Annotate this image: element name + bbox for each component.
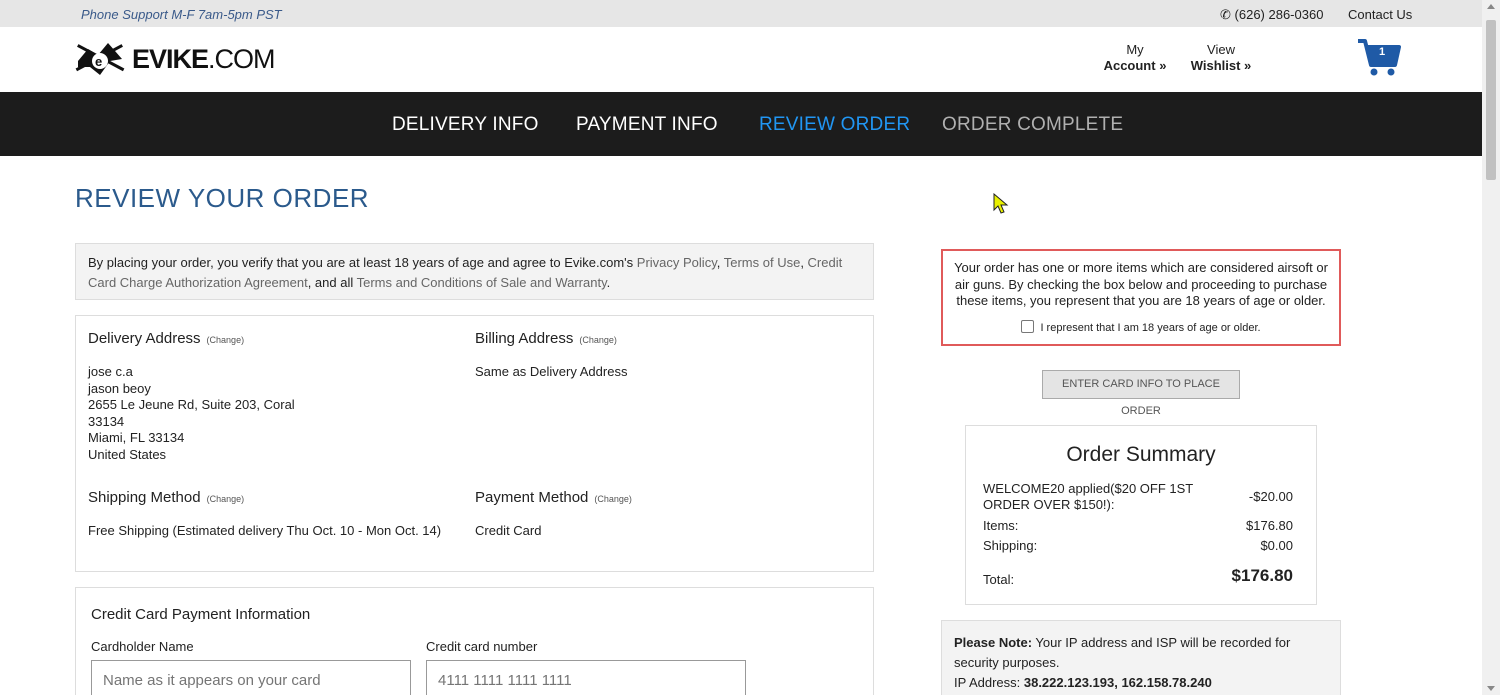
total-value: $176.80 bbox=[1231, 566, 1293, 585]
shipping-value: $0.00 bbox=[1260, 538, 1293, 553]
place-order-button[interactable]: ENTER CARD INFO TO PLACE ORDER bbox=[1042, 370, 1240, 417]
view-wishlist-link[interactable]: View Wishlist » bbox=[1190, 42, 1252, 74]
age-confirm-label[interactable]: I represent that I am 18 years of age or… bbox=[1040, 322, 1260, 334]
svg-text:e: e bbox=[95, 54, 102, 69]
address-line: 33134 bbox=[88, 413, 125, 429]
coupon-label: WELCOME20 applied($20 OFF 1ST ORDER OVER… bbox=[983, 481, 1194, 512]
wishlist-line-2: Wishlist » bbox=[1190, 58, 1252, 73]
address-line: United States bbox=[88, 446, 167, 462]
payment-method-title: Payment Method bbox=[475, 489, 589, 506]
address-line: jason beoy bbox=[88, 380, 151, 396]
scroll-up-icon[interactable] bbox=[1487, 4, 1495, 9]
page: Phone Support M-F 7am-5pm PST ✆ (626) 28… bbox=[0, 0, 1500, 695]
step-delivery-info[interactable]: DELIVERY INFO bbox=[392, 114, 539, 136]
step-review-order: REVIEW ORDER bbox=[759, 114, 911, 135]
cardholder-name-label: Cardholder Name bbox=[91, 639, 194, 654]
payment-method: Credit Card bbox=[475, 523, 542, 538]
step-order-complete: ORDER COMPLETE bbox=[942, 114, 1124, 135]
contact-us-link[interactable]: Contact Us bbox=[1348, 7, 1412, 22]
shipping-method-title: Shipping Method bbox=[88, 489, 201, 506]
cart-button[interactable]: 1 bbox=[1357, 37, 1401, 77]
change-shipping-link[interactable]: (Change) bbox=[207, 494, 245, 504]
logo-brand-text: EVIKE bbox=[132, 43, 209, 74]
site-header: e EVIKE.COM My Account » View Wishlist »… bbox=[0, 27, 1482, 92]
privacy-policy-link[interactable]: Privacy Policy bbox=[637, 255, 717, 270]
shipping-label: Shipping: bbox=[983, 538, 1038, 553]
shipping-method-heading: Shipping Method (Change) bbox=[88, 489, 244, 506]
change-payment-link[interactable]: (Change) bbox=[594, 494, 632, 504]
items-value: $176.80 bbox=[1246, 518, 1293, 533]
change-delivery-link[interactable]: (Change) bbox=[207, 335, 245, 345]
credit-card-form: Credit Card Payment Information Cardhold… bbox=[75, 587, 874, 695]
total-row: Total: $176.80 bbox=[983, 566, 1293, 587]
ip-label: IP Address: bbox=[954, 675, 1024, 690]
payment-method-heading: Payment Method (Change) bbox=[475, 489, 632, 506]
card-number-label: Credit card number bbox=[426, 639, 538, 654]
phone-link[interactable]: ✆ (626) 286-0360 bbox=[1220, 7, 1323, 23]
note-label: Please Note: bbox=[954, 635, 1033, 650]
age-confirm-checkbox[interactable] bbox=[1021, 320, 1035, 333]
age-agreement-notice: By placing your order, you verify that y… bbox=[75, 243, 874, 300]
order-summary: Order Summary WELCOME20 applied($20 OFF … bbox=[965, 425, 1317, 605]
delivery-address-heading: Delivery Address (Change) bbox=[88, 330, 244, 347]
order-summary-title: Order Summary bbox=[1066, 443, 1216, 466]
logo-suffix-text: .COM bbox=[208, 43, 275, 74]
shipping-row: Shipping: $0.00 bbox=[983, 538, 1293, 553]
agreement-separator: , bbox=[800, 255, 808, 270]
account-line-2: Account » bbox=[1103, 58, 1167, 73]
phone-number: (626) 286-0360 bbox=[1234, 7, 1324, 22]
top-bar: Phone Support M-F 7am-5pm PST ✆ (626) 28… bbox=[0, 0, 1482, 27]
evike-logo[interactable]: e EVIKE.COM bbox=[74, 39, 276, 79]
my-account-link[interactable]: My Account » bbox=[1103, 42, 1167, 74]
evike-logo-icon: e bbox=[75, 43, 125, 75]
address-line: Miami, FL 33134 bbox=[88, 430, 185, 445]
agreement-period: . bbox=[606, 275, 611, 290]
account-line-1: My bbox=[1126, 42, 1144, 57]
shipping-method: Free Shipping (Estimated delivery Thu Oc… bbox=[88, 523, 442, 538]
card-number-input[interactable] bbox=[426, 660, 746, 695]
credit-card-title: Credit Card Payment Information bbox=[91, 606, 311, 623]
wishlist-line-1: View bbox=[1207, 42, 1235, 57]
security-note: Please Note: Your IP address and ISP wil… bbox=[941, 620, 1341, 695]
change-billing-link[interactable]: (Change) bbox=[579, 335, 617, 345]
page-title: REVIEW YOUR ORDER bbox=[75, 183, 370, 213]
agreement-text: By placing your order, you verify that y… bbox=[88, 255, 637, 270]
scrollbar-thumb[interactable] bbox=[1486, 20, 1496, 180]
vertical-scrollbar[interactable] bbox=[1482, 0, 1500, 695]
agreement-separator: , bbox=[716, 255, 724, 270]
billing-address: Same as Delivery Address bbox=[475, 364, 628, 379]
agreement-text-2: , and all bbox=[307, 275, 357, 290]
items-label: Items: bbox=[983, 518, 1019, 533]
age-confirm-row[interactable]: I represent that I am 18 years of age or… bbox=[943, 320, 1339, 337]
delivery-address: jose c.a jason beoy 2655 Le Jeune Rd, Su… bbox=[88, 364, 295, 463]
age-warning-box: Your order has one or more items which a… bbox=[941, 249, 1341, 346]
phone-support-hours: Phone Support M-F 7am-5pm PST bbox=[81, 7, 282, 22]
delivery-address-title: Delivery Address bbox=[88, 330, 201, 347]
billing-address-title: Billing Address bbox=[475, 330, 574, 347]
checkout-steps: DELIVERY INFO PAYMENT INFO REVIEW ORDER … bbox=[0, 92, 1482, 156]
mouse-cursor-icon bbox=[993, 193, 1009, 214]
scroll-down-icon[interactable] bbox=[1487, 686, 1495, 691]
address-line: 2655 Le Jeune Rd, Suite 203, Coral bbox=[88, 397, 295, 412]
order-details-box: Delivery Address (Change) jose c.a jason … bbox=[75, 315, 874, 572]
ip-value: 38.222.123.193, 162.158.78.240 bbox=[1023, 675, 1212, 690]
total-label: Total: bbox=[983, 572, 1015, 587]
terms-of-use-link[interactable]: Terms of Use bbox=[724, 255, 801, 270]
coupon-value: -$20.00 bbox=[1248, 489, 1293, 504]
step-payment-info[interactable]: PAYMENT INFO bbox=[576, 114, 718, 136]
age-warning-text: Your order has one or more items which a… bbox=[954, 260, 1328, 308]
address-line: jose c.a bbox=[88, 364, 133, 379]
cart-count-badge: 1 bbox=[1379, 46, 1386, 58]
cardholder-name-input[interactable] bbox=[91, 660, 411, 695]
terms-of-sale-link[interactable]: Terms and Conditions of Sale and Warrant… bbox=[357, 275, 607, 290]
billing-address-heading: Billing Address (Change) bbox=[475, 330, 617, 347]
items-row: Items: $176.80 bbox=[983, 518, 1293, 533]
phone-icon: ✆ bbox=[1220, 7, 1231, 22]
